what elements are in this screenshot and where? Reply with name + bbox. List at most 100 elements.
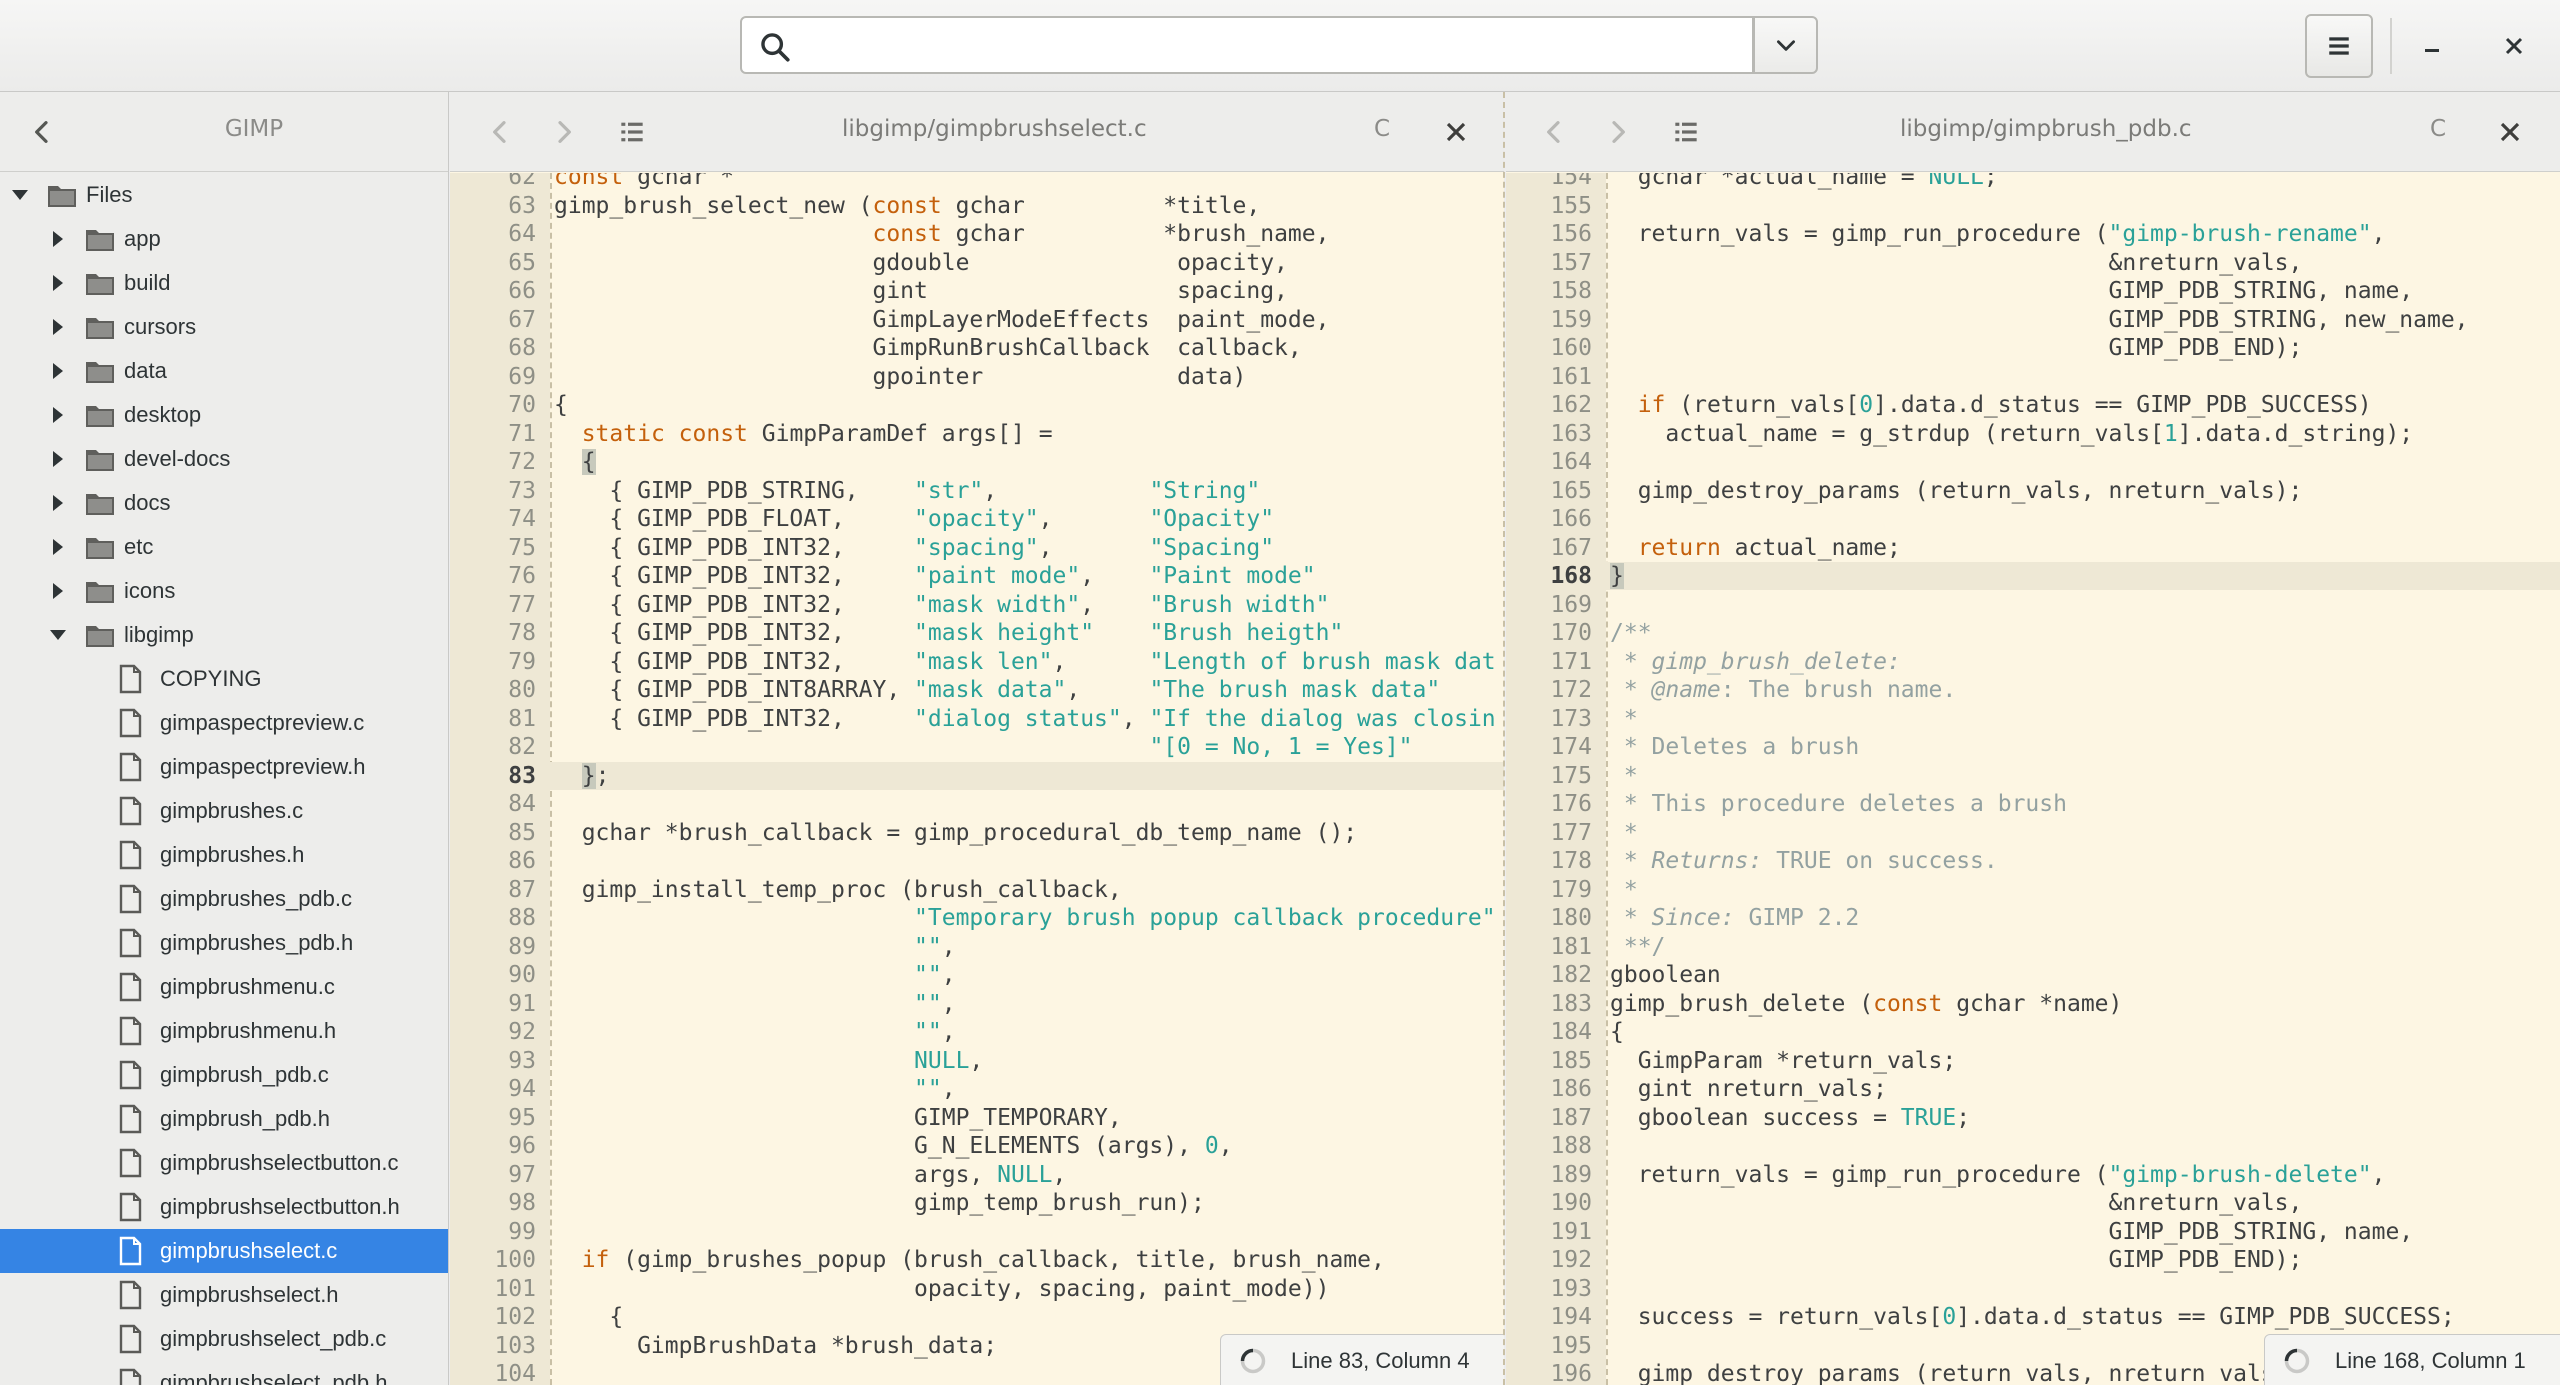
code-line[interactable]: 157 &nreturn_vals, [1506,249,2560,277]
language-label[interactable]: C [2430,116,2446,142]
code-line[interactable]: 171 * gimp_brush_delete: [1506,648,2560,676]
code-line[interactable]: 92 "", [450,1018,1504,1046]
code-line[interactable]: 89 "", [450,933,1504,961]
expander-right-icon[interactable] [48,581,68,601]
close-document-icon[interactable] [2494,116,2526,148]
tree-file[interactable]: gimpbrushes.h [0,833,448,877]
tree-file[interactable]: gimpbrushmenu.c [0,965,448,1009]
code-line[interactable]: 164 [1506,448,2560,476]
tree-folder-desktop[interactable]: desktop [0,393,448,437]
code-line[interactable]: 169 [1506,591,2560,619]
tree-file[interactable]: gimpbrushselectbutton.h [0,1185,448,1229]
code-line[interactable]: 79 { GIMP_PDB_INT32, "mask len", "Length… [450,648,1504,676]
nav-back-icon[interactable] [1538,116,1570,148]
code-line[interactable]: 183 gimp_brush_delete (const gchar *name) [1506,990,2560,1018]
code-line[interactable]: 65 gdouble opacity, [450,249,1504,277]
code-line[interactable]: 158 GIMP_PDB_STRING, name, [1506,277,2560,305]
code-line[interactable]: 187 gboolean success = TRUE; [1506,1104,2560,1132]
tree-file[interactable]: gimpbrushselect_pdb.c [0,1317,448,1361]
code-line[interactable]: 100 if (gimp_brushes_popup (brush_callba… [450,1246,1504,1274]
tree-folder-files[interactable]: Files [0,173,448,217]
code-line[interactable]: 190 &nreturn_vals, [1506,1189,2560,1217]
tree-folder-cursors[interactable]: cursors [0,305,448,349]
code-line[interactable]: 98 gimp_temp_brush_run); [450,1189,1504,1217]
code-line[interactable]: 154 gchar *actual_name = NULL; [1506,173,2560,191]
tree-file[interactable]: gimpbrushes_pdb.h [0,921,448,965]
code-line[interactable]: 160 GIMP_PDB_END); [1506,334,2560,362]
code-line[interactable]: 176 * This procedure deletes a brush [1506,790,2560,818]
code-line[interactable]: 179 * [1506,876,2560,904]
code-line[interactable]: 101 opacity, spacing, paint_mode)) [450,1275,1504,1303]
code-line[interactable]: 72 { [450,448,1504,476]
language-label[interactable]: C [1374,116,1390,142]
window-close-button[interactable] [2486,18,2542,74]
code-line[interactable]: 189 return_vals = gimp_run_procedure ("g… [1506,1161,2560,1189]
tree-file[interactable]: gimpbrushselect_pdb.h [0,1361,448,1385]
expander-right-icon[interactable] [48,449,68,469]
code-line[interactable]: 193 [1506,1275,2560,1303]
tree-file[interactable]: gimpbrushselect.h [0,1273,448,1317]
code-line[interactable]: 172 * @name: The brush name. [1506,676,2560,704]
code-line[interactable]: 163 actual_name = g_strdup (return_vals[… [1506,420,2560,448]
code-line[interactable]: 194 success = return_vals[0].data.d_stat… [1506,1303,2560,1331]
tree-folder-data[interactable]: data [0,349,448,393]
document-title[interactable]: libgimp/gimpbrush_pdb.c [1900,116,2192,142]
code-line[interactable]: 96 G_N_ELEMENTS (args), 0, [450,1132,1504,1160]
code-line[interactable]: 70 { [450,391,1504,419]
code-line[interactable]: 182 gboolean [1506,961,2560,989]
document-list-icon[interactable] [616,116,648,148]
menu-button[interactable] [2305,14,2373,78]
code-line[interactable]: 177 * [1506,819,2560,847]
tree-file[interactable]: gimpbrushes.c [0,789,448,833]
code-line[interactable]: 76 { GIMP_PDB_INT32, "paint mode", "Pain… [450,562,1504,590]
code-line[interactable]: 87 gimp_install_temp_proc (brush_callbac… [450,876,1504,904]
code-line[interactable]: 165 gimp_destroy_params (return_vals, nr… [1506,477,2560,505]
expander-right-icon[interactable] [48,317,68,337]
expander-right-icon[interactable] [48,405,68,425]
minimize-button[interactable] [2404,18,2460,74]
code-line[interactable]: 156 return_vals = gimp_run_procedure ("g… [1506,220,2560,248]
code-view[interactable]: 62 const gchar * 63 gimp_brush_select_new (… [450,173,1504,1385]
tree-file[interactable]: gimpbrushmenu.h [0,1009,448,1053]
code-line[interactable]: 159 GIMP_PDB_STRING, new_name, [1506,306,2560,334]
tree-folder-icons[interactable]: icons [0,569,448,613]
search-input[interactable] [802,26,1732,66]
expander-right-icon[interactable] [48,537,68,557]
code-line[interactable]: 188 [1506,1132,2560,1160]
tree-folder-libgimp[interactable]: libgimp [0,613,448,657]
search-dropdown-button[interactable] [1754,16,1818,74]
tree-file[interactable]: gimpbrushselectbutton.c [0,1141,448,1185]
expander-down-icon[interactable] [10,185,30,205]
nav-forward-icon[interactable] [548,116,580,148]
code-line[interactable]: 102 { [450,1303,1504,1331]
code-view[interactable]: 154 gchar *actual_name = NULL; 155 156 ret… [1506,173,2560,1385]
expander-right-icon[interactable] [48,361,68,381]
code-line[interactable]: 90 "", [450,961,1504,989]
close-document-icon[interactable] [1440,116,1472,148]
code-line[interactable]: 82 "[0 = No, 1 = Yes]" [450,733,1504,761]
code-line[interactable]: 97 args, NULL, [450,1161,1504,1189]
code-line[interactable]: 166 [1506,505,2560,533]
code-line[interactable]: 75 { GIMP_PDB_INT32, "spacing", "Spacing… [450,534,1504,562]
code-line[interactable]: 91 "", [450,990,1504,1018]
code-line[interactable]: 69 gpointer data) [450,363,1504,391]
code-line[interactable]: 86 [450,847,1504,875]
code-line[interactable]: 184 { [1506,1018,2560,1046]
search-field[interactable] [740,16,1754,74]
nav-forward-icon[interactable] [1602,116,1634,148]
code-line[interactable]: 88 "Temporary brush popup callback proce… [450,904,1504,932]
code-line[interactable]: 192 GIMP_PDB_END); [1506,1246,2560,1274]
code-line[interactable]: 181 **/ [1506,933,2560,961]
code-line[interactable]: 84 [450,790,1504,818]
code-line[interactable]: 180 * Since: GIMP 2.2 [1506,904,2560,932]
expander-right-icon[interactable] [48,493,68,513]
tree-file[interactable]: gimpbrushselect.c [0,1229,448,1273]
code-line[interactable]: 63 gimp_brush_select_new (const gchar *ti… [450,192,1504,220]
code-line[interactable]: 95 GIMP_TEMPORARY, [450,1104,1504,1132]
tree-file[interactable]: gimpbrush_pdb.h [0,1097,448,1141]
code-line[interactable]: 64 const gchar *brush_name, [450,220,1504,248]
tree-folder-build[interactable]: build [0,261,448,305]
code-line[interactable]: 77 { GIMP_PDB_INT32, "mask width", "Brus… [450,591,1504,619]
code-line[interactable]: 185 GimpParam *return_vals; [1506,1047,2560,1075]
tree-folder-devel-docs[interactable]: devel-docs [0,437,448,481]
